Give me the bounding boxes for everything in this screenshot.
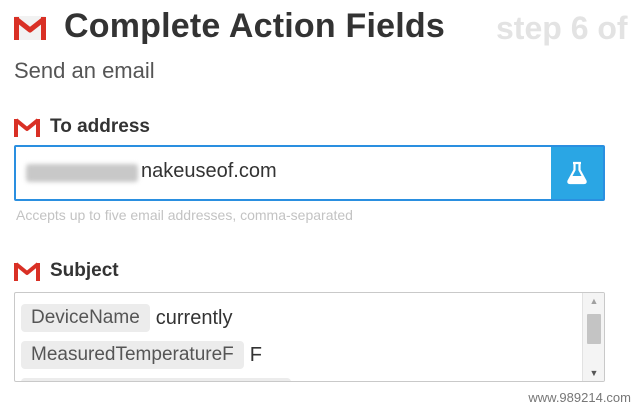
flask-icon <box>567 161 587 185</box>
subject-scrollbar[interactable]: ▲ ▼ <box>582 293 604 381</box>
gmail-icon <box>14 117 40 137</box>
to-address-label: To address <box>14 115 150 139</box>
subject-text: currently <box>155 306 233 329</box>
field-label-text: Subject <box>50 260 119 281</box>
gmail-icon <box>14 261 40 281</box>
action-subtitle: Send an email <box>14 58 155 83</box>
scroll-thumb[interactable] <box>587 314 601 344</box>
subject-field[interactable]: DeviceName currently MeasuredTemperature… <box>14 292 605 382</box>
field-label-text: To address <box>50 116 150 137</box>
add-ingredient-button[interactable] <box>551 147 603 199</box>
subject-text: F <box>249 343 262 366</box>
ingredient-pill[interactable]: MeasuredTemperatureF <box>21 341 244 369</box>
watermark: www.989214.com <box>528 390 631 405</box>
redacted-text <box>26 164 138 182</box>
subject-content[interactable]: DeviceName currently MeasuredTemperature… <box>21 303 581 381</box>
subject-line: DeviceName currently <box>21 303 581 333</box>
subject-label: Subject <box>14 259 119 283</box>
gmail-icon <box>14 16 46 40</box>
header: Complete Action Fields step 6 of <box>12 4 637 52</box>
scroll-down-arrow-icon[interactable]: ▼ <box>583 365 604 381</box>
to-address-value[interactable]: nakeuseof.com <box>141 160 277 183</box>
page-title: Complete Action Fields <box>64 7 445 45</box>
subject-line <box>21 377 581 381</box>
to-address-field[interactable]: nakeuseof.com <box>14 145 605 201</box>
ingredient-pill[interactable]: DeviceName <box>21 304 150 332</box>
scroll-up-arrow-icon[interactable]: ▲ <box>583 293 604 309</box>
step-indicator: step 6 of <box>496 10 628 46</box>
subject-line: MeasuredTemperatureF F <box>21 340 581 370</box>
ingredient-pill[interactable] <box>21 378 291 381</box>
to-address-helper: Accepts up to five email addresses, comm… <box>16 207 353 223</box>
